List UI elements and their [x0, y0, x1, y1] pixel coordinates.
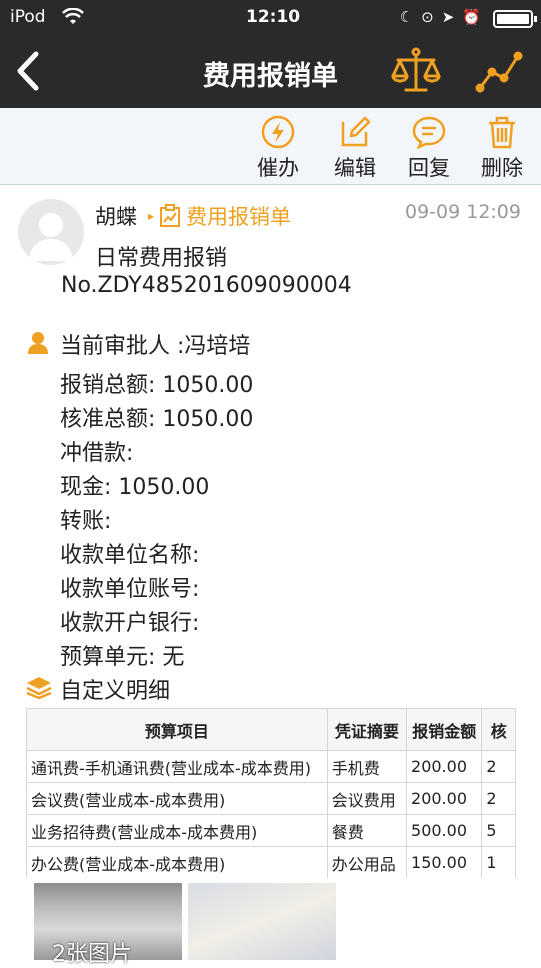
column-header: 预算项目 [26, 708, 328, 751]
table-header-row: 预算项目 凭证摘要 报销金额 核 [26, 708, 516, 751]
table-cell: 餐费 [326, 814, 408, 847]
sender-name: 胡蝶 [95, 205, 137, 229]
remind-label: 催办 [257, 156, 299, 180]
field-transfer: 转账: [60, 509, 112, 534]
form-subtitle: 日常费用报销 [95, 246, 228, 271]
edit-button[interactable]: 编辑 [325, 114, 385, 182]
table-cell: 业务招待费(营业成本-成本费用) [26, 814, 328, 847]
person-icon [27, 331, 49, 359]
avatar[interactable] [18, 199, 84, 265]
table-row: 会议费(营业成本-成本费用) 会议费用 200.00 2 [26, 782, 516, 815]
location-icon: ➤ [441, 8, 455, 26]
field-total-amount: 报销总额: 1050.00 [60, 373, 254, 398]
edit-label: 编辑 [334, 156, 376, 180]
table-cell: 手机费 [326, 750, 408, 783]
column-header: 凭证摘要 [326, 708, 408, 751]
layers-icon [26, 675, 52, 703]
reply-button[interactable]: 回复 [399, 114, 459, 182]
remind-button[interactable]: 催办 [248, 114, 308, 182]
page-title: 费用报销单 [203, 61, 338, 92]
table-cell: 2 [481, 750, 516, 783]
report-chart-icon [160, 204, 181, 227]
wifi-icon [62, 7, 84, 31]
trend-button[interactable] [474, 46, 526, 96]
table-row: 办公费(营业成本-成本费用) 办公用品 150.00 1 [26, 846, 516, 878]
edit-icon [341, 116, 371, 147]
trash-icon [489, 116, 515, 149]
field-budget-unit: 预算单元: 无 [60, 645, 185, 670]
scale-icon [391, 47, 441, 92]
user-silhouette-icon [29, 213, 73, 261]
table-cell: 1 [481, 846, 516, 878]
field-loan-offset: 冲借款: [60, 441, 134, 466]
table-cell: 200.00 [406, 782, 483, 815]
form-type-label: 费用报销单 [186, 205, 292, 229]
status-bar: iPod 12:10 ☾ ⊙ ➤ ⏰ [0, 0, 541, 36]
table-cell: 办公费(营业成本-成本费用) [26, 846, 328, 878]
image-count-label: 2张图片 [52, 942, 132, 967]
field-cash: 现金: 1050.00 [60, 475, 210, 500]
reply-label: 回复 [408, 156, 450, 180]
column-header: 报销金额 [406, 708, 483, 751]
field-payee-account: 收款单位账号: [60, 577, 200, 602]
detail-section-title: 自定义明细 [60, 679, 171, 704]
delete-button[interactable]: 删除 [472, 114, 532, 182]
clock: 12:10 [246, 7, 301, 27]
table-cell: 500.00 [406, 814, 483, 847]
document-number: No.ZDY485201609090004 [61, 273, 352, 298]
nav-bar: 费用报销单 [0, 36, 541, 108]
table-cell: 5 [481, 814, 516, 847]
moon-icon: ☾ [399, 8, 414, 26]
table-cell: 会议费用 [326, 782, 408, 815]
field-payee-bank: 收款开户银行: [60, 611, 200, 636]
column-header: 核 [481, 708, 516, 751]
detail-table[interactable]: 预算项目 凭证摘要 报销金额 核 通讯费-手机通讯费(营业成本-成本费用) 手机… [26, 708, 516, 878]
battery-icon [493, 10, 537, 28]
rotation-lock-icon: ⊙ [421, 8, 434, 26]
table-row: 通讯费-手机通讯费(营业成本-成本费用) 手机费 200.00 2 [26, 750, 516, 783]
triangle-right-icon: ▸ [148, 209, 155, 223]
table-cell: 通讯费-手机通讯费(营业成本-成本费用) [26, 750, 328, 783]
field-payee-name: 收款单位名称: [60, 543, 200, 568]
lightning-icon [261, 115, 295, 149]
alarm-icon: ⏰ [462, 8, 481, 26]
table-cell: 2 [481, 782, 516, 815]
field-approved-amount: 核准总额: 1050.00 [60, 407, 254, 432]
table-cell: 200.00 [406, 750, 483, 783]
form-type-link[interactable]: ▸ 费用报销单 [148, 201, 291, 231]
comment-icon [412, 116, 446, 150]
table-row: 业务招待费(营业成本-成本费用) 餐费 500.00 5 [26, 814, 516, 847]
trend-chart-icon [475, 51, 523, 93]
timestamp: 09-09 12:09 [404, 201, 521, 223]
scale-button[interactable] [390, 46, 442, 96]
action-toolbar: 催办 编辑 回复 删除 [0, 108, 541, 185]
delete-label: 删除 [481, 156, 523, 180]
table-cell: 150.00 [406, 846, 483, 878]
carrier-label: iPod [10, 7, 46, 27]
current-approver: 当前审批人 :冯培培 [60, 334, 251, 359]
table-cell: 办公用品 [326, 846, 408, 878]
table-cell: 会议费(营业成本-成本费用) [26, 782, 328, 815]
attachment-thumbnail[interactable] [188, 883, 336, 960]
